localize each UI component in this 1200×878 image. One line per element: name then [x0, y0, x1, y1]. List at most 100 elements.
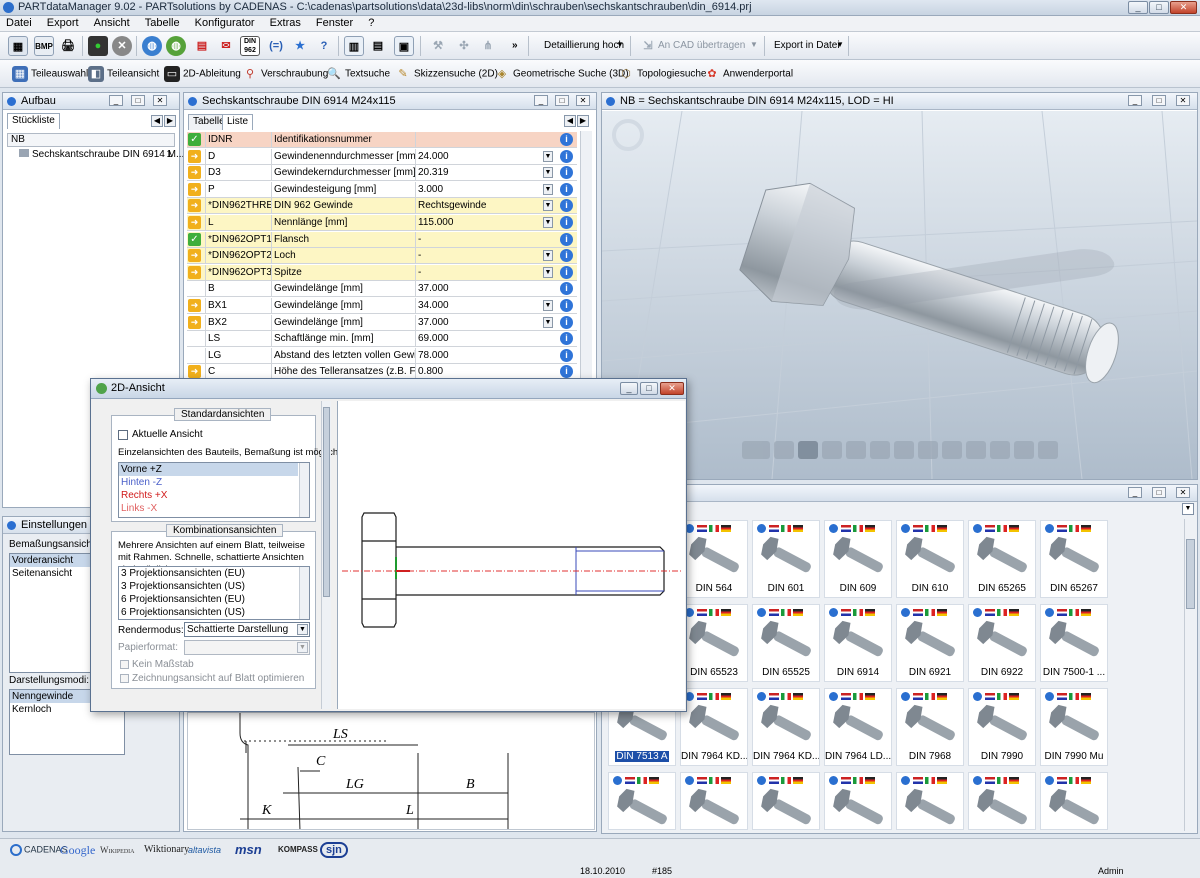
teileansicht-button[interactable]: ◧ Teileansicht	[88, 66, 159, 82]
sjn-logo[interactable]: sjn	[320, 842, 348, 858]
arrow-right-icon[interactable]: ➜	[188, 216, 201, 229]
komb-view-6-us[interactable]: 6 Projektionsansichten (US)	[119, 606, 309, 619]
info-icon[interactable]: i	[560, 365, 573, 379]
star-icon[interactable]: ★	[290, 36, 310, 56]
catalog-item[interactable]	[1040, 772, 1108, 830]
maximize-button[interactable]: □	[1149, 1, 1169, 14]
zeichnung-opt-checkbox[interactable]	[120, 674, 129, 683]
arrow-right-icon[interactable]: ➜	[188, 265, 201, 279]
layout-3-icon[interactable]: ▣	[394, 36, 414, 56]
catalog-item[interactable]: DIN 609	[824, 520, 892, 598]
layout-2-icon[interactable]: ▤	[368, 36, 388, 56]
param-value[interactable]: 3.000 ▼	[415, 181, 555, 198]
assembly-3-icon[interactable]: ⋔	[478, 36, 498, 56]
teileauswahl-button[interactable]: ▦ Teileauswahl	[12, 66, 88, 82]
dialog-minimize-button[interactable]: _	[620, 382, 638, 395]
catalog-item[interactable]	[896, 772, 964, 830]
chevron-down-icon[interactable]: ▼	[616, 40, 624, 49]
2d-ableitung-button[interactable]: ▭ 2D-Ableitung	[164, 66, 241, 82]
chevron-down-icon[interactable]: ▼	[543, 183, 553, 195]
table-row[interactable]: LGAbstand des letzten vollen Gewinde...7…	[187, 347, 577, 364]
info-icon[interactable]: i	[560, 332, 573, 346]
std-view-vorne[interactable]: Vorne +Z	[119, 463, 298, 476]
arrow-right-icon[interactable]: ➜	[188, 166, 201, 180]
catalog-item[interactable]: DIN 6914	[824, 604, 892, 682]
info-icon[interactable]: i	[560, 232, 573, 246]
dialog-left-scrollbar[interactable]	[321, 401, 331, 709]
catalog-item[interactable]: DIN 610	[896, 520, 964, 598]
tree-item[interactable]: Sechskantschraube DIN 6914 M... 1	[7, 148, 184, 162]
table-row[interactable]: LS Schaftlänge min. [mm] 69.000 i	[187, 331, 577, 348]
traffic-light-icon[interactable]: ●	[88, 36, 108, 56]
param-value[interactable]: 37.000	[415, 281, 555, 298]
chevron-down-icon[interactable]: ▼	[750, 40, 758, 49]
arrow-right-icon[interactable]: ➜	[188, 199, 201, 213]
tab-nav-right[interactable]: ▶	[577, 115, 589, 127]
export-file-button[interactable]: Export in Datei	[774, 40, 840, 51]
param-value[interactable]: 69.000	[415, 331, 555, 348]
catalog-item[interactable]: DIN 65523	[680, 604, 748, 682]
panel-minimize-button[interactable]: _	[1128, 95, 1142, 106]
dialog-close-button[interactable]: ✕	[660, 382, 684, 395]
table-row[interactable]: B Gewindelänge [mm] 37.000 i	[187, 281, 577, 298]
catalog-item[interactable]: DIN 65265	[968, 520, 1036, 598]
panel-maximize-button[interactable]: □	[1152, 487, 1166, 498]
info-icon[interactable]: i	[560, 315, 573, 329]
komb-view-6-eu[interactable]: 6 Projektionsansichten (EU)	[119, 593, 309, 606]
chevron-down-icon[interactable]: ▼	[543, 316, 553, 328]
catalog-item[interactable]: DIN 7964 LD...	[824, 688, 892, 766]
table-row[interactable]: ➜ D Gewindenenndurchmesser [mm] 24.000 ▼ i	[187, 148, 577, 165]
scrollbar[interactable]	[580, 131, 592, 381]
globe-green-icon[interactable]: ◍	[166, 36, 186, 56]
menu-datei[interactable]: Datei	[0, 16, 38, 29]
param-value[interactable]: - ▼	[415, 248, 555, 265]
param-value[interactable]: 37.000 ▼	[415, 314, 555, 331]
close-button[interactable]: ✕	[1170, 1, 1197, 14]
catalog-item[interactable]	[680, 772, 748, 830]
chevron-down-icon[interactable]: ▼	[543, 150, 553, 162]
info-icon[interactable]: i	[560, 182, 573, 196]
pdf-icon[interactable]: ▤	[192, 36, 212, 56]
anwenderportal-button[interactable]: ✿ Anwenderportal	[704, 66, 793, 82]
param-value[interactable]: Rechtsgewinde ▼	[415, 198, 555, 215]
std-view-rechts[interactable]: Rechts +X	[119, 489, 309, 502]
arrow-right-icon[interactable]: ➜	[188, 365, 201, 379]
komb-view-3-eu[interactable]: 3 Projektionsansichten (EU)	[119, 567, 309, 580]
panel-maximize-button[interactable]: □	[1152, 95, 1166, 106]
catalog-item[interactable]: DIN 65525	[752, 604, 820, 682]
table-icon[interactable]: ▦	[8, 36, 28, 56]
menu-help[interactable]: ?	[362, 16, 380, 29]
table-row[interactable]: ➜ P Gewindesteigung [mm] 3.000 ▼ i	[187, 181, 577, 198]
checkmark-icon[interactable]: ✓	[188, 133, 201, 146]
bmp-icon[interactable]: BMP	[34, 36, 54, 56]
wiktionary-logo[interactable]: Wiktionary	[144, 844, 189, 855]
catalog-item[interactable]	[824, 772, 892, 830]
chevron-down-icon[interactable]: ▼	[543, 266, 553, 278]
arrow-right-icon[interactable]: ➜	[188, 249, 201, 263]
arrow-right-icon[interactable]: ➜	[188, 149, 201, 163]
catalog-item[interactable]: DIN 65267	[1040, 520, 1108, 598]
info-icon[interactable]: i	[560, 265, 573, 279]
chevron-down-icon[interactable]: ▼	[543, 167, 553, 179]
mail-icon[interactable]: ✉	[216, 36, 236, 56]
param-value[interactable]: 34.000 ▼	[415, 298, 555, 314]
detail-level-dropdown[interactable]: Detaillierung hoch	[544, 40, 624, 51]
cad-transfer-icon[interactable]: ⇲	[638, 36, 658, 56]
minimize-button[interactable]: _	[1128, 1, 1148, 14]
checkmark-icon[interactable]: ✓	[188, 232, 201, 246]
info-icon[interactable]: i	[560, 133, 573, 146]
menu-ansicht[interactable]: Ansicht	[88, 16, 136, 29]
menu-export[interactable]: Export	[41, 16, 85, 29]
catalog-item[interactable]: DIN 7964 KD...	[680, 688, 748, 766]
catalog-item[interactable]: DIN 7990	[968, 688, 1036, 766]
komb-view-3-us[interactable]: 3 Projektionsansichten (US)	[119, 580, 309, 593]
textsuche-button[interactable]: 🔍 Textsuche	[326, 66, 390, 82]
chevron-down-icon[interactable]: ▼	[543, 200, 553, 212]
info-icon[interactable]: i	[560, 348, 573, 362]
print-icon[interactable]: 🖨	[58, 36, 78, 56]
catalog-item[interactable]	[752, 772, 820, 830]
arrow-right-icon[interactable]: ➜	[188, 299, 201, 312]
tab-stueckliste[interactable]: Stückliste	[7, 113, 60, 129]
chevron-down-icon[interactable]: ▼	[543, 250, 553, 262]
info-icon[interactable]: i	[560, 199, 573, 213]
